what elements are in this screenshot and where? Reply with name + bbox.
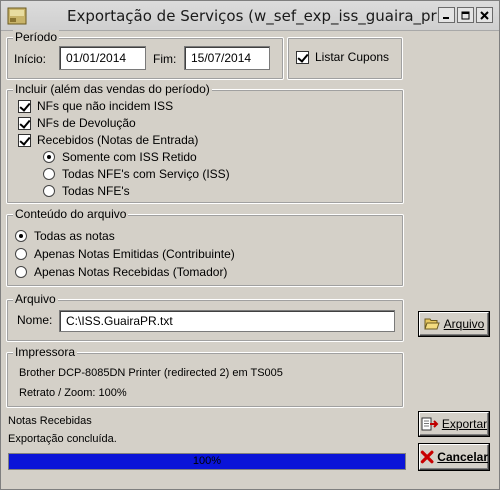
radio-label: Todas as notas: [34, 229, 115, 243]
nfs-nao-incidem-iss-checkbox[interactable]: NFs que não incidem ISS: [18, 99, 173, 113]
radio-label: Todas NFE's com Serviço (ISS): [62, 167, 230, 181]
conteudo-legend: Conteúdo do arquivo: [13, 207, 129, 221]
impressora-legend: Impressora: [13, 345, 78, 359]
cancelar-button[interactable]: Cancelar: [419, 444, 489, 470]
nfs-devolucao-checkbox[interactable]: NFs de Devolução: [18, 116, 136, 130]
radio-label: Apenas Notas Emitidas (Contribuinte): [34, 247, 235, 261]
checkbox-label: Recebidos (Notas de Entrada): [37, 133, 199, 147]
arquivo-browse-button[interactable]: Arquivo: [419, 312, 489, 336]
printer-name: Brother DCP-8085DN Printer (redirected 2…: [19, 367, 283, 379]
app-icon: [7, 7, 27, 25]
periodo-group: Período Início: 01/01/2014 Fim: 15/07/20…: [6, 30, 284, 80]
title-bar[interactable]: Exportação de Serviços (w_sef_exp_iss_gu…: [1, 1, 499, 31]
close-icon: [480, 10, 489, 20]
todas-nfe-radio[interactable]: Todas NFE's: [43, 184, 130, 198]
todas-notas-radio[interactable]: Todas as notas: [15, 229, 115, 243]
todas-nfe-servico-radio[interactable]: Todas NFE's com Serviço (ISS): [43, 167, 230, 181]
close-button[interactable]: [476, 7, 493, 23]
listar-cupons-checkbox[interactable]: Listar Cupons: [296, 50, 389, 64]
checkbox-label: NFs que não incidem ISS: [37, 99, 174, 113]
folder-open-icon: [423, 318, 440, 330]
listar-cupons-label: Listar Cupons: [315, 50, 390, 64]
notas-emitidas-radio[interactable]: Apenas Notas Emitidas (Contribuinte): [15, 247, 235, 261]
notas-recebidas-radio[interactable]: Apenas Notas Recebidas (Tomador): [15, 265, 227, 279]
inicio-label: Início:: [14, 52, 47, 66]
window-title: Exportação de Serviços (w_sef_exp_iss_gu…: [67, 7, 443, 25]
recebidos-checkbox[interactable]: Recebidos (Notas de Entrada): [18, 133, 198, 147]
checkbox-box: [18, 133, 31, 147]
exportar-label: Exportar: [441, 417, 488, 431]
radio-circle: [43, 185, 55, 197]
export-flag-icon: [421, 417, 439, 431]
radio-circle: [43, 151, 55, 163]
nome-label: Nome:: [17, 313, 53, 327]
radio-label: Todas NFE's: [62, 184, 130, 198]
cancelar-label: Cancelar: [437, 450, 488, 464]
cancel-x-icon: [420, 450, 434, 464]
minimize-icon: [443, 16, 449, 19]
radio-circle: [15, 230, 27, 242]
arquivo-button-label: Arquivo: [443, 317, 485, 331]
maximize-button[interactable]: [457, 7, 474, 23]
conteudo-group: Conteúdo do arquivo Todas as notas Apena…: [6, 207, 404, 287]
arquivo-legend: Arquivo: [13, 292, 58, 306]
checkbox-box: [18, 99, 31, 113]
checkbox-box: [296, 50, 309, 64]
radio-label: Apenas Notas Recebidas (Tomador): [34, 265, 228, 279]
radio-circle: [43, 168, 55, 180]
periodo-legend: Período: [13, 30, 60, 44]
fim-date-input[interactable]: 15/07/2014: [184, 46, 270, 70]
inicio-date-input[interactable]: 01/01/2014: [59, 46, 146, 70]
checkbox-label: NFs de Devolução: [37, 116, 136, 130]
progress-text: 100%: [192, 455, 222, 467]
status-message: Exportação concluída.: [8, 433, 117, 445]
incluir-group: Incluir (além das vendas do período) NFs…: [6, 82, 404, 204]
minimize-button[interactable]: [438, 7, 455, 23]
export-dialog: Exportação de Serviços (w_sef_exp_iss_gu…: [0, 0, 500, 490]
progress-bar: 100%: [8, 453, 406, 470]
radio-label: Somente com ISS Retido: [62, 150, 197, 164]
radio-circle: [15, 266, 27, 278]
impressora-group: Impressora Brother DCP-8085DN Printer (r…: [6, 345, 404, 408]
arquivo-group: Arquivo Nome: C:\ISS.GuairaPR.txt: [6, 292, 404, 342]
maximize-icon: [461, 11, 470, 19]
fim-label: Fim:: [153, 52, 177, 66]
exportar-button[interactable]: Exportar: [419, 412, 489, 436]
somente-iss-retido-radio[interactable]: Somente com ISS Retido: [43, 150, 197, 164]
incluir-legend: Incluir (além das vendas do período): [13, 82, 212, 96]
arquivo-nome-input[interactable]: C:\ISS.GuairaPR.txt: [59, 310, 395, 332]
checkbox-box: [18, 116, 31, 130]
status-label: Notas Recebidas: [8, 415, 92, 427]
printer-mode: Retrato / Zoom: 100%: [19, 387, 127, 399]
listar-cupons-group: Listar Cupons: [287, 37, 403, 80]
radio-circle: [15, 248, 27, 260]
